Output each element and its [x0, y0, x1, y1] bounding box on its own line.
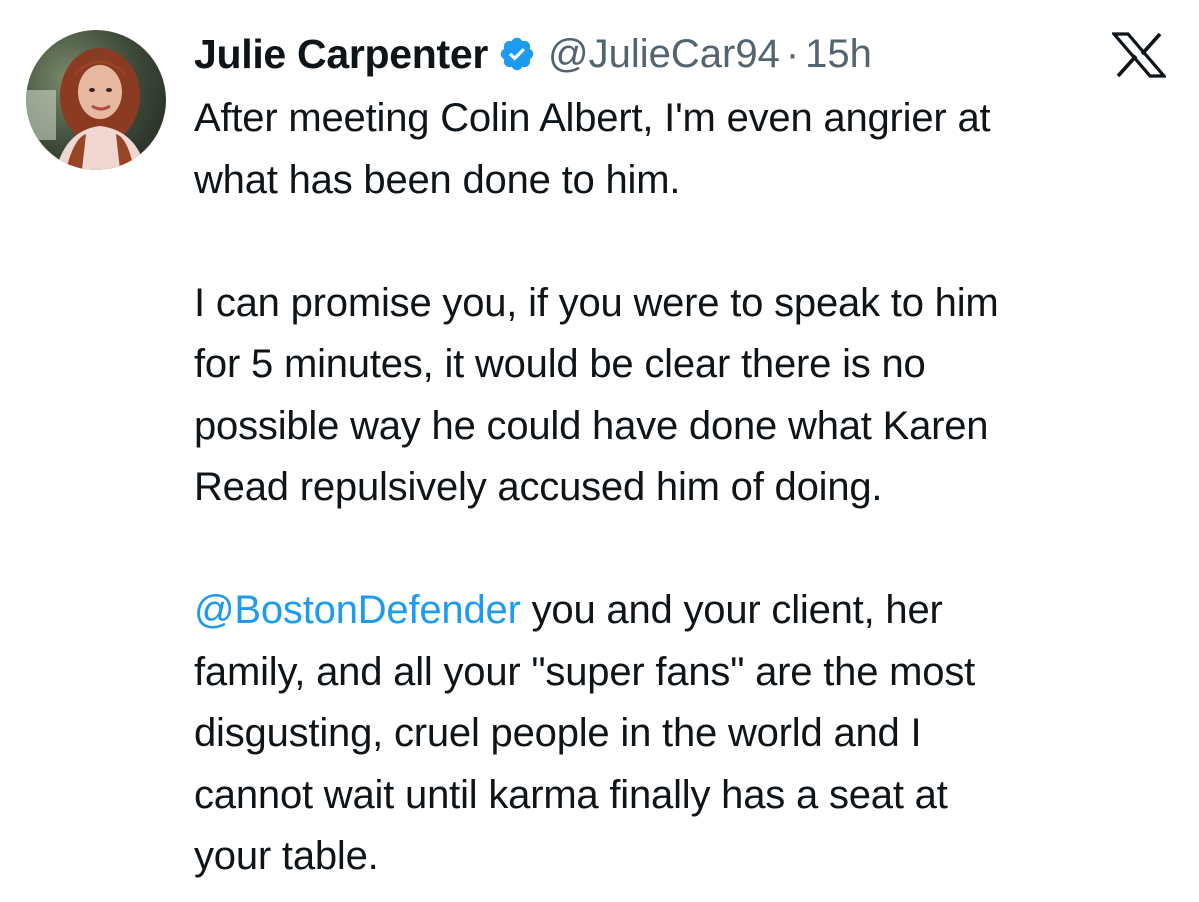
- tweet-line: your table.: [194, 834, 379, 878]
- tweet-line: After meeting Colin Albert, I'm even ang…: [194, 96, 991, 140]
- verified-badge-icon: [498, 35, 536, 73]
- x-logo-icon: [1110, 32, 1168, 78]
- avatar-image: [26, 30, 166, 170]
- tweet-line: you and your client, her: [531, 588, 943, 632]
- tweet-line: cannot wait until karma finally has a se…: [194, 772, 948, 817]
- tweet-line: disgusting, cruel people in the world an…: [194, 711, 922, 755]
- avatar[interactable]: [26, 30, 166, 170]
- tweet-body: After meeting Colin Albert, I'm even ang…: [194, 88, 1184, 888]
- tweet-paragraph-2: I can promise you, if you were to speak …: [194, 273, 1184, 519]
- tweet-paragraph-1: After meeting Colin Albert, I'm even ang…: [194, 88, 1184, 211]
- tweet-line: what has been done to him.: [194, 157, 681, 202]
- tweet-line: I can promise you, if you were to speak …: [194, 280, 999, 325]
- tweet-line: possible way he could have done what Kar…: [194, 403, 989, 448]
- tweet-line: family, and all your "super fans" are th…: [194, 649, 976, 694]
- tweet: Julie Carpenter @JulieCar94 · 15h After …: [0, 0, 1199, 902]
- tweet-paragraph-3: @BostonDefender you and your client, her…: [194, 580, 1184, 888]
- tweet-timestamp[interactable]: 15h: [805, 32, 872, 77]
- author-handle[interactable]: @JulieCar94: [548, 32, 780, 77]
- tweet-header: Julie Carpenter @JulieCar94 · 15h: [194, 22, 872, 86]
- header-separator: ·: [785, 31, 800, 76]
- author-display-name[interactable]: Julie Carpenter: [194, 31, 488, 78]
- tweet-line: for 5 minutes, it would be clear there i…: [194, 342, 926, 386]
- mention-link[interactable]: @BostonDefender: [194, 588, 521, 632]
- tweet-line: Read repulsively accused him of doing.: [194, 465, 883, 509]
